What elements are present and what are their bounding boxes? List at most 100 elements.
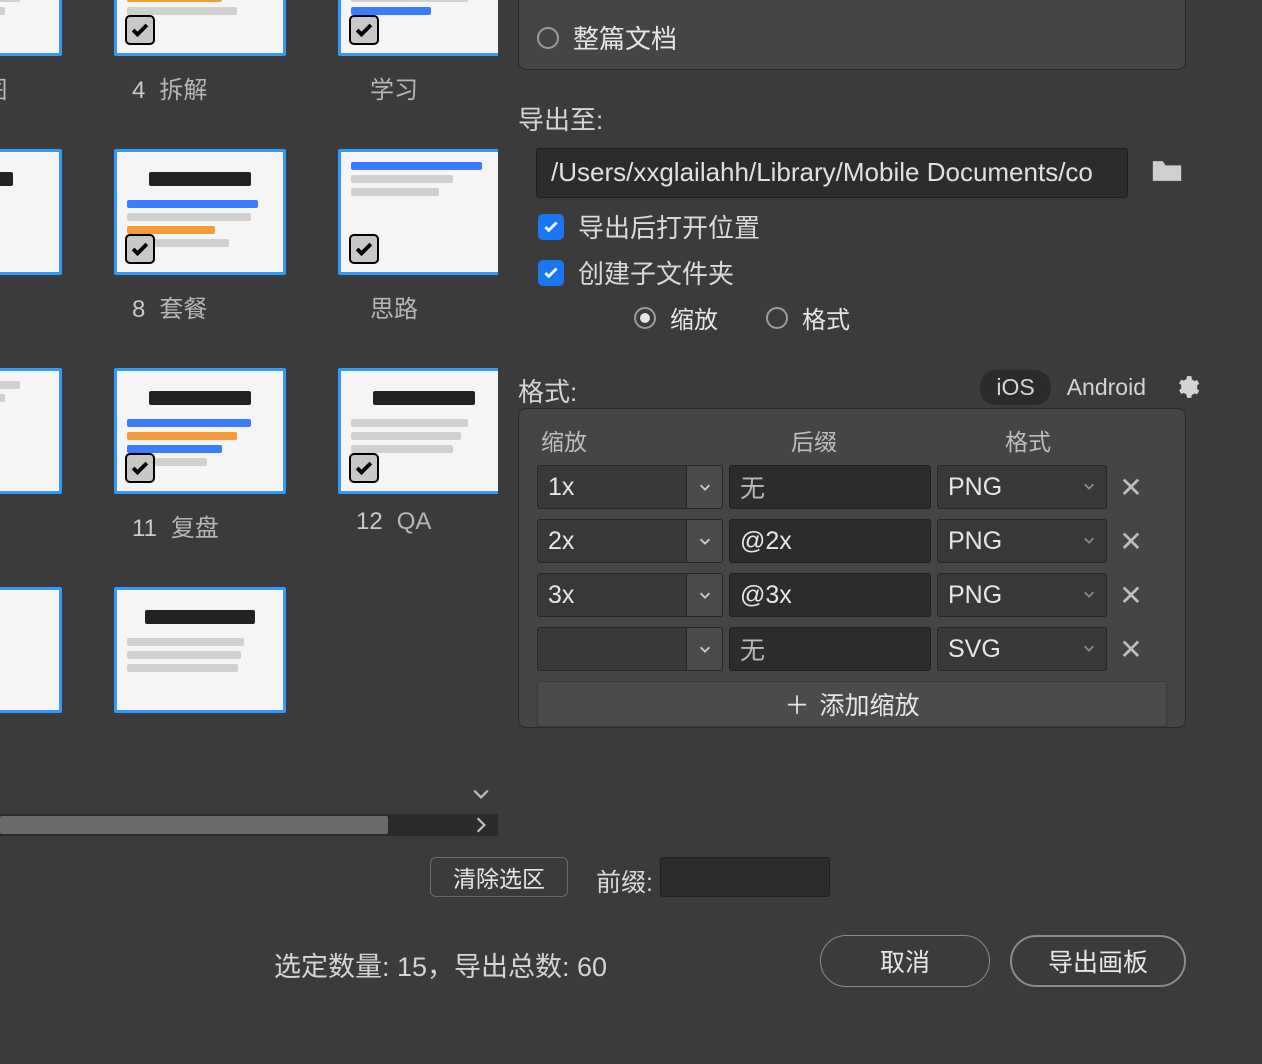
chevron-down-icon — [1082, 477, 1096, 498]
artboard-item[interactable] — [114, 587, 286, 762]
file-format-select[interactable]: PNG — [937, 465, 1107, 509]
selection-check-icon[interactable] — [125, 15, 155, 45]
scale-value[interactable]: 3x — [537, 573, 687, 617]
prefix-label: 前缀: — [596, 863, 653, 899]
scrollbar-handle[interactable] — [0, 816, 388, 834]
artboard-item[interactable]: 沟通 — [0, 368, 62, 543]
format-preset-segment: iOS Android — [980, 370, 1162, 405]
remove-row-button[interactable]: ✕ — [1107, 633, 1155, 666]
artboard-title: 思路 — [370, 289, 418, 324]
radio-subfolder-by-format[interactable]: 格式 — [766, 300, 850, 335]
radio-subfolder-by-scale[interactable]: 缩放 — [634, 300, 718, 335]
radio-icon — [634, 307, 656, 329]
cancel-button[interactable]: 取消 — [820, 935, 990, 987]
remove-row-button[interactable]: ✕ — [1107, 525, 1155, 558]
selection-check-icon[interactable] — [349, 453, 379, 483]
artboard-thumbnail[interactable] — [0, 0, 62, 56]
preset-ios[interactable]: iOS — [980, 370, 1050, 405]
selection-check-icon[interactable] — [349, 15, 379, 45]
scale-combo[interactable]: 3x — [537, 573, 723, 617]
clear-selection-button[interactable]: 清除选区 — [430, 857, 568, 897]
artboard-title: 学习 — [370, 70, 418, 105]
artboard-title: QA — [397, 508, 432, 536]
preset-android[interactable]: Android — [1051, 370, 1162, 405]
artboard-thumbnail[interactable] — [114, 0, 286, 56]
dialog-bottom-bar: 清除选区 前缀: 选定数量: 15，导出总数: 60 取消 导出画板 — [0, 843, 1262, 1064]
artboard-item[interactable]: 思路 — [338, 149, 498, 324]
export-to-label: 导出至: — [518, 100, 603, 137]
scale-value[interactable] — [537, 627, 687, 671]
file-format-select[interactable]: PNG — [937, 573, 1107, 617]
scale-combo[interactable]: 1x — [537, 465, 723, 509]
add-scale-label: 添加缩放 — [820, 686, 920, 722]
format-row: 3x @3xPNG✕ — [537, 573, 1167, 617]
export-path-input[interactable]: /Users/xxglailahh/Library/Mobile Documen… — [536, 148, 1128, 198]
remove-row-button[interactable]: ✕ — [1107, 471, 1155, 504]
chevron-down-icon[interactable] — [687, 573, 723, 617]
chevron-right-icon[interactable] — [472, 816, 490, 836]
artboard-thumbnail[interactable] — [0, 149, 62, 275]
radio-whole-document-label: 整篇文档 — [573, 19, 677, 56]
scale-value[interactable]: 1x — [537, 465, 687, 509]
format-section-label: 格式: — [518, 372, 577, 409]
chevron-down-icon[interactable] — [687, 627, 723, 671]
remove-row-button[interactable]: ✕ — [1107, 579, 1155, 612]
scale-combo[interactable]: 2x — [537, 519, 723, 563]
file-format-select[interactable]: SVG — [937, 627, 1107, 671]
artboard-item[interactable]: 思考 — [0, 587, 62, 762]
artboard-item[interactable]: 学习 — [338, 0, 498, 105]
chevron-down-icon — [1082, 639, 1096, 660]
artboard-item[interactable]: 3发展图 — [0, 0, 62, 105]
horizontal-scrollbar[interactable] — [0, 814, 498, 836]
folder-icon[interactable] — [1150, 156, 1186, 186]
artboard-thumbnail[interactable] — [0, 368, 62, 494]
artboard-item[interactable]: 7工具 — [0, 149, 62, 324]
format-rows-box: 缩放 后缀 格式 1x无PNG✕2x@2xPNG✕3x@3xPNG✕无SVG✕ … — [518, 408, 1186, 728]
artboard-item[interactable]: 8套餐 — [114, 149, 286, 324]
radio-by-format-label: 格式 — [802, 300, 850, 335]
radio-icon — [537, 27, 559, 49]
chevron-down-icon[interactable] — [472, 785, 490, 808]
artboard-thumbnail[interactable] — [338, 368, 498, 494]
selection-check-icon[interactable] — [349, 234, 379, 264]
chevron-down-icon[interactable] — [687, 465, 723, 509]
artboard-thumbnail[interactable] — [114, 149, 286, 275]
artboard-item[interactable]: 12 QA — [338, 368, 498, 543]
artboard-number: 12 — [356, 508, 383, 536]
gear-icon[interactable] — [1174, 374, 1200, 405]
artboard-thumbnail[interactable] — [0, 587, 62, 713]
artboard-thumbnail[interactable] — [338, 149, 498, 275]
checkbox-open-after-label: 导出后打开位置 — [578, 208, 760, 245]
radio-whole-document[interactable]: 整篇文档 — [537, 19, 1185, 56]
add-scale-button[interactable]: ＋ 添加缩放 — [537, 681, 1167, 727]
artboard-caption: 4拆解 — [114, 70, 286, 105]
export-button[interactable]: 导出画板 — [1010, 935, 1186, 987]
chevron-down-icon[interactable] — [687, 519, 723, 563]
checkbox-open-after-export[interactable]: 导出后打开位置 — [538, 208, 760, 245]
selection-check-icon[interactable] — [125, 453, 155, 483]
suffix-input[interactable]: @2x — [729, 519, 931, 563]
scale-combo[interactable] — [537, 627, 723, 671]
radio-icon — [766, 307, 788, 329]
scale-value[interactable]: 2x — [537, 519, 687, 563]
artboard-item[interactable]: 11复盘 — [114, 368, 286, 543]
artboard-caption: 7工具 — [0, 289, 62, 324]
checkbox-create-subfolder-label: 创建子文件夹 — [578, 254, 734, 291]
artboard-thumbnail[interactable] — [114, 587, 286, 713]
selection-check-icon[interactable] — [125, 234, 155, 264]
chevron-down-icon — [1082, 531, 1096, 552]
artboard-thumbnail[interactable] — [338, 0, 498, 56]
format-row: 无 SVG ✕ — [537, 627, 1167, 671]
file-format-select[interactable]: PNG — [937, 519, 1107, 563]
artboard-title: 套餐 — [159, 289, 207, 324]
suffix-input[interactable]: 无 — [729, 465, 931, 509]
artboard-number: 11 — [132, 515, 157, 543]
file-format-value: SVG — [948, 635, 1001, 664]
suffix-input[interactable]: 无 — [729, 627, 931, 671]
prefix-input[interactable] — [660, 857, 830, 897]
artboard-item[interactable]: 4拆解 — [114, 0, 286, 105]
artboard-caption: 8套餐 — [114, 289, 286, 324]
artboard-thumbnail[interactable] — [114, 368, 286, 494]
suffix-input[interactable]: @3x — [729, 573, 931, 617]
checkbox-create-subfolder[interactable]: 创建子文件夹 — [538, 254, 734, 291]
